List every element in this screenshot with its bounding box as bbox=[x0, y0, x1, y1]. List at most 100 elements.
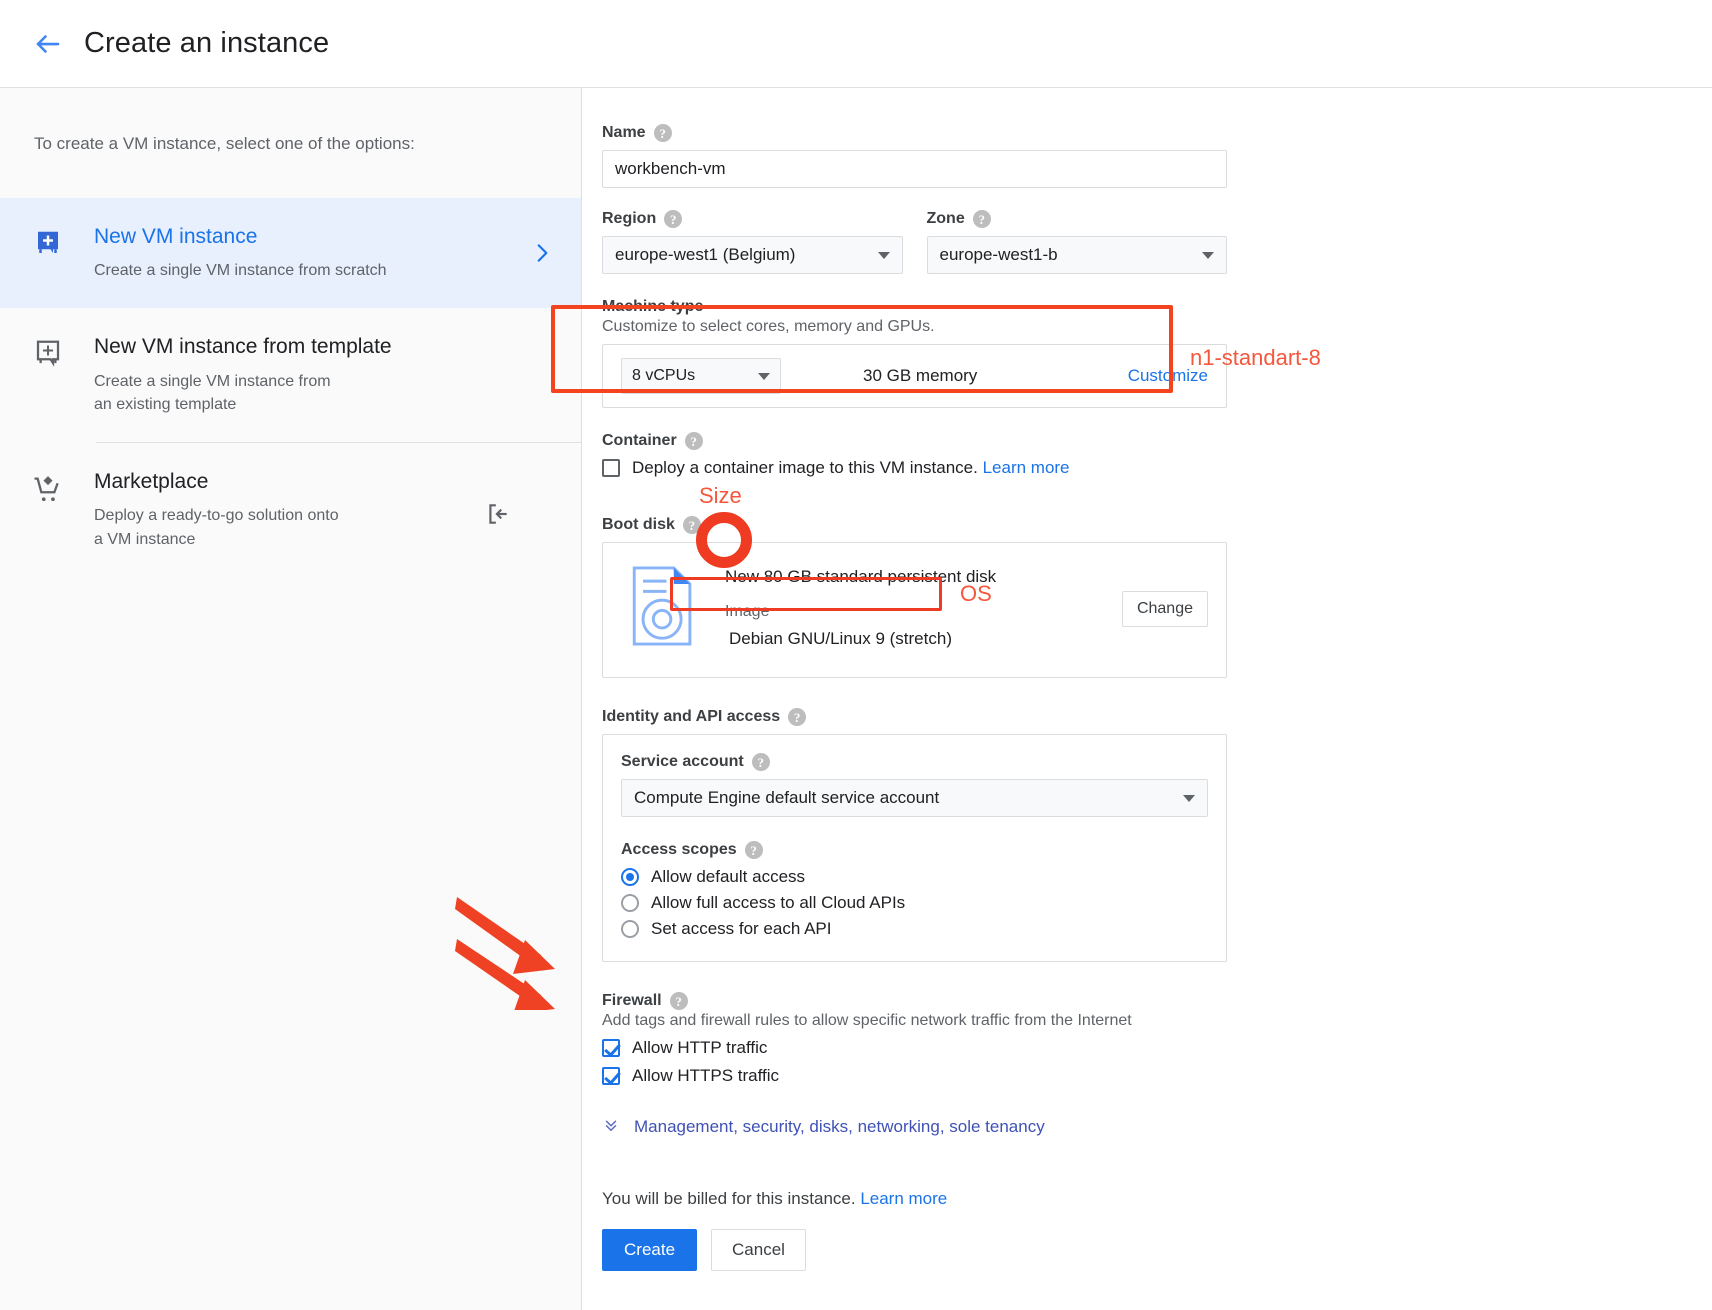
vm-template-icon bbox=[26, 334, 70, 368]
boot-disk-summary: New 80 GB standard persistent disk bbox=[725, 567, 997, 586]
vcpus-value: 8 vCPUs bbox=[632, 367, 696, 384]
access-scopes-label: Access scopes ? bbox=[621, 841, 1208, 859]
boot-disk-label-text: Boot disk bbox=[602, 516, 675, 533]
option-description-line2: an existing template bbox=[94, 395, 237, 413]
cancel-button[interactable]: Cancel bbox=[711, 1229, 806, 1271]
firewall-label: Firewall ? bbox=[602, 992, 1227, 1010]
scope-option-full[interactable]: Allow full access to all Cloud APIs bbox=[621, 893, 1208, 913]
container-checkbox[interactable] bbox=[602, 459, 620, 477]
help-icon[interactable]: ? bbox=[751, 753, 770, 771]
help-icon[interactable]: ? bbox=[684, 432, 703, 450]
page-title: Create an instance bbox=[84, 27, 330, 59]
radio-set-access-each-api[interactable] bbox=[621, 920, 639, 938]
billing-note: You will be billed for this instance. Le… bbox=[602, 1189, 1227, 1209]
sidebar-item-marketplace[interactable]: Marketplace Deploy a ready-to-go solutio… bbox=[0, 443, 581, 577]
marketplace-cart-icon bbox=[26, 469, 70, 507]
machine-type-section: Machine type Customize to select cores, … bbox=[602, 298, 1227, 408]
zone-field-group: Zone ? europe-west1-b bbox=[926, 210, 1228, 274]
option-title: Marketplace bbox=[94, 470, 209, 494]
service-account-label-text: Service account bbox=[621, 753, 744, 770]
region-value: europe-west1 (Belgium) bbox=[615, 245, 796, 264]
page-content: To create a VM instance, select one of t… bbox=[0, 88, 1712, 1310]
help-icon[interactable]: ? bbox=[653, 124, 672, 142]
change-boot-disk-button[interactable]: Change bbox=[1121, 591, 1208, 627]
machine-type-label: Machine type bbox=[602, 298, 704, 315]
chevron-right-icon[interactable] bbox=[529, 240, 555, 266]
launch-icon[interactable] bbox=[485, 501, 511, 532]
allow-http-label: Allow HTTP traffic bbox=[632, 1038, 768, 1057]
create-button[interactable]: Create bbox=[602, 1229, 698, 1271]
scope-option-default[interactable]: Allow default access bbox=[621, 867, 1208, 887]
identity-card: Service account ? Compute Engine default… bbox=[602, 734, 1227, 962]
help-icon[interactable]: ? bbox=[664, 210, 683, 228]
double-chevron-down-icon bbox=[602, 1116, 620, 1137]
firewall-section: Firewall ? Add tags and firewall rules t… bbox=[602, 992, 1227, 1086]
advanced-settings-label: Management, security, disks, networking,… bbox=[634, 1116, 1045, 1136]
creation-options-panel: To create a VM instance, select one of t… bbox=[0, 88, 582, 1310]
allow-http-checkbox[interactable] bbox=[602, 1039, 620, 1057]
identity-label-text: Identity and API access bbox=[602, 708, 781, 725]
container-checkbox-text: Deploy a container image to this VM inst… bbox=[632, 458, 978, 477]
customize-link[interactable]: Customize bbox=[1128, 366, 1208, 386]
container-label-text: Container bbox=[602, 432, 677, 449]
instance-form-panel: Name ? workbench-vm Region ? europe-west… bbox=[582, 88, 1712, 1310]
region-field-group: Region ? europe-west1 (Belgium) bbox=[602, 210, 903, 274]
firewall-description: Add tags and firewall rules to allow spe… bbox=[602, 1012, 1132, 1029]
scope-label: Allow default access bbox=[651, 867, 806, 886]
zone-value: europe-west1-b bbox=[939, 245, 1058, 264]
container-learn-more-link[interactable]: Learn more bbox=[983, 458, 1070, 477]
help-icon[interactable]: ? bbox=[682, 516, 701, 534]
chevron-down-icon bbox=[1202, 251, 1214, 259]
back-arrow-icon[interactable] bbox=[26, 22, 70, 66]
scope-option-each-api[interactable]: Set access for each API bbox=[621, 919, 1208, 939]
billing-learn-more-link[interactable]: Learn more bbox=[860, 1189, 947, 1208]
service-account-select[interactable]: Compute Engine default service account bbox=[621, 779, 1208, 817]
allow-http-row[interactable]: Allow HTTP traffic bbox=[602, 1038, 1227, 1058]
option-title: New VM instance bbox=[94, 225, 258, 248]
region-select[interactable]: europe-west1 (Belgium) bbox=[602, 236, 903, 274]
name-field-group: Name ? workbench-vm bbox=[602, 124, 1227, 188]
disk-image-icon bbox=[621, 561, 713, 652]
allow-https-checkbox[interactable] bbox=[602, 1067, 620, 1085]
zone-select[interactable]: europe-west1-b bbox=[926, 236, 1227, 274]
boot-disk-label: Boot disk ? bbox=[602, 516, 1227, 534]
boot-disk-section: Boot disk ? New 80 GB standard persisten… bbox=[602, 516, 1227, 678]
help-icon[interactable]: ? bbox=[669, 992, 688, 1010]
scope-label: Set access for each API bbox=[651, 919, 832, 938]
option-description: Create a single VM instance from scratch bbox=[94, 262, 387, 280]
sidebar-item-new-vm-from-template[interactable]: New VM instance from template Create a s… bbox=[0, 308, 581, 442]
container-checkbox-row[interactable]: Deploy a container image to this VM inst… bbox=[602, 458, 1227, 478]
container-checkbox-label: Deploy a container image to this VM inst… bbox=[632, 458, 1070, 478]
billing-note-text: You will be billed for this instance. bbox=[602, 1189, 856, 1208]
identity-section: Identity and API access ? Service accoun… bbox=[602, 708, 1227, 962]
firewall-label-text: Firewall bbox=[602, 992, 662, 1009]
boot-disk-image-label: Image bbox=[725, 603, 770, 620]
radio-allow-default-access[interactable] bbox=[621, 868, 639, 886]
option-title: New VM instance from template bbox=[94, 335, 392, 359]
name-label-text: Name bbox=[602, 124, 646, 141]
region-zone-row: Region ? europe-west1 (Belgium) Zone ? e… bbox=[602, 210, 1227, 274]
help-icon[interactable]: ? bbox=[788, 708, 807, 726]
memory-value: 30 GB memory bbox=[863, 366, 978, 385]
allow-https-label: Allow HTTPS traffic bbox=[632, 1066, 780, 1085]
service-account-value: Compute Engine default service account bbox=[634, 788, 940, 807]
sidebar-item-new-vm-instance[interactable]: New VM instance Create a single VM insta… bbox=[0, 198, 581, 309]
container-section: Container ? Deploy a container image to … bbox=[602, 432, 1227, 478]
allow-https-row[interactable]: Allow HTTPS traffic bbox=[602, 1066, 1227, 1086]
app-bar: Create an instance bbox=[0, 0, 1712, 88]
name-input[interactable]: workbench-vm bbox=[602, 150, 1227, 188]
machine-type-card: 8 vCPUs 30 GB memory Customize bbox=[602, 344, 1227, 408]
chevron-down-icon bbox=[877, 251, 890, 259]
container-label: Container ? bbox=[602, 432, 1227, 450]
service-account-label: Service account ? bbox=[621, 753, 1208, 771]
vcpus-select[interactable]: 8 vCPUs bbox=[621, 358, 781, 394]
radio-allow-full-access[interactable] bbox=[621, 894, 639, 912]
boot-disk-card: New 80 GB standard persistent disk Image… bbox=[602, 542, 1227, 678]
advanced-settings-link[interactable]: Management, security, disks, networking,… bbox=[602, 1116, 1227, 1137]
boot-disk-image-value: Debian GNU/Linux 9 (stretch) bbox=[729, 629, 952, 648]
help-icon[interactable]: ? bbox=[972, 210, 991, 228]
zone-label: Zone ? bbox=[927, 210, 1228, 228]
form-actions: Create Cancel bbox=[602, 1229, 1227, 1271]
chevron-down-icon bbox=[758, 372, 770, 380]
help-icon[interactable]: ? bbox=[744, 841, 763, 859]
